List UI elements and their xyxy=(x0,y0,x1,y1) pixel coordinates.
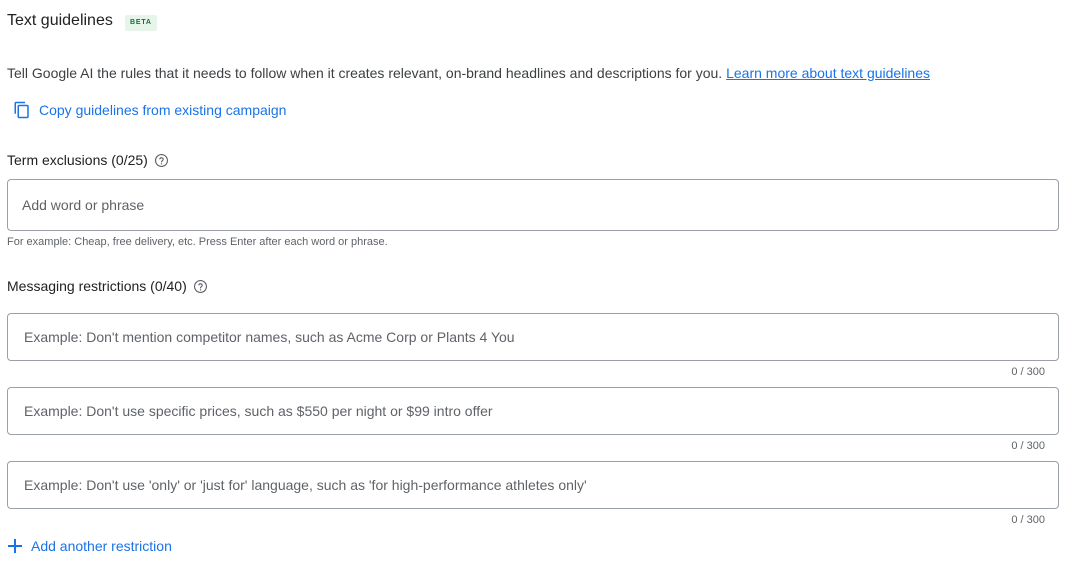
help-circle-icon[interactable] xyxy=(154,153,169,168)
restriction-counter-3: 0 / 300 xyxy=(1011,514,1045,526)
restriction-input-1[interactable] xyxy=(8,314,1058,360)
restriction-counter-2: 0 / 300 xyxy=(1011,440,1045,452)
messaging-restrictions-label-row: Messaging restrictions (0/40) xyxy=(7,278,208,294)
messaging-restrictions-label: Messaging restrictions (0/40) xyxy=(7,278,187,294)
restriction-counter-1: 0 / 300 xyxy=(1011,366,1045,378)
restriction-input-2[interactable] xyxy=(8,388,1058,434)
beta-badge: BETA xyxy=(125,15,157,31)
term-exclusions-label: Term exclusions (0/25) xyxy=(7,152,148,168)
restriction-field-1 xyxy=(7,313,1059,361)
copy-guidelines-label: Copy guidelines from existing campaign xyxy=(39,102,287,118)
add-restriction-button[interactable]: Add another restriction xyxy=(7,538,172,554)
section-title: Text guidelines xyxy=(7,12,113,29)
learn-more-link[interactable]: Learn more about text guidelines xyxy=(726,65,930,81)
term-exclusion-field xyxy=(7,179,1059,231)
copy-guidelines-button[interactable]: Copy guidelines from existing campaign xyxy=(13,100,286,120)
term-exclusion-input[interactable] xyxy=(8,180,1058,230)
term-exclusions-label-row: Term exclusions (0/25) xyxy=(7,152,169,168)
restriction-input-3[interactable] xyxy=(8,462,1058,508)
plus-icon xyxy=(7,538,23,554)
help-circle-icon[interactable] xyxy=(193,279,208,294)
intro-text: Tell Google AI the rules that it needs t… xyxy=(7,65,930,81)
term-exclusion-hint: For example: Cheap, free delivery, etc. … xyxy=(7,236,388,248)
restriction-field-2 xyxy=(7,387,1059,435)
add-restriction-label: Add another restriction xyxy=(31,538,172,554)
intro-description: Tell Google AI the rules that it needs t… xyxy=(7,65,727,81)
restriction-field-3 xyxy=(7,461,1059,509)
copy-icon xyxy=(13,101,31,119)
